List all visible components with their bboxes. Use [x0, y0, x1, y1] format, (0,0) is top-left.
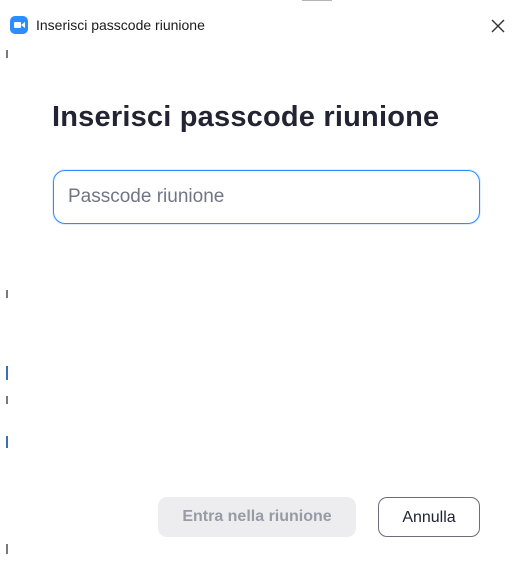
edge-mark [6, 436, 8, 448]
page-title: Inserisci passcode riunione [52, 101, 440, 133]
zoom-app-icon [10, 16, 28, 34]
edge-mark [6, 50, 8, 58]
background-window-edge [302, 0, 332, 5]
passcode-input[interactable] [53, 170, 480, 224]
join-meeting-button[interactable]: Entra nella riunione [158, 497, 356, 537]
window-title: Inserisci passcode riunione [36, 17, 205, 33]
cancel-button[interactable]: Annulla [378, 497, 480, 537]
edge-mark [6, 366, 8, 380]
background-window-edge-marks [6, 0, 9, 568]
edge-mark [6, 396, 8, 404]
camera-lens-shape [21, 22, 25, 28]
camera-body-shape [14, 22, 21, 28]
edge-mark [6, 544, 8, 554]
close-button[interactable] [486, 14, 510, 38]
edge-mark [6, 290, 8, 298]
close-icon [491, 19, 505, 33]
passcode-dialog: Inserisci passcode riunione Inserisci pa… [0, 0, 514, 568]
